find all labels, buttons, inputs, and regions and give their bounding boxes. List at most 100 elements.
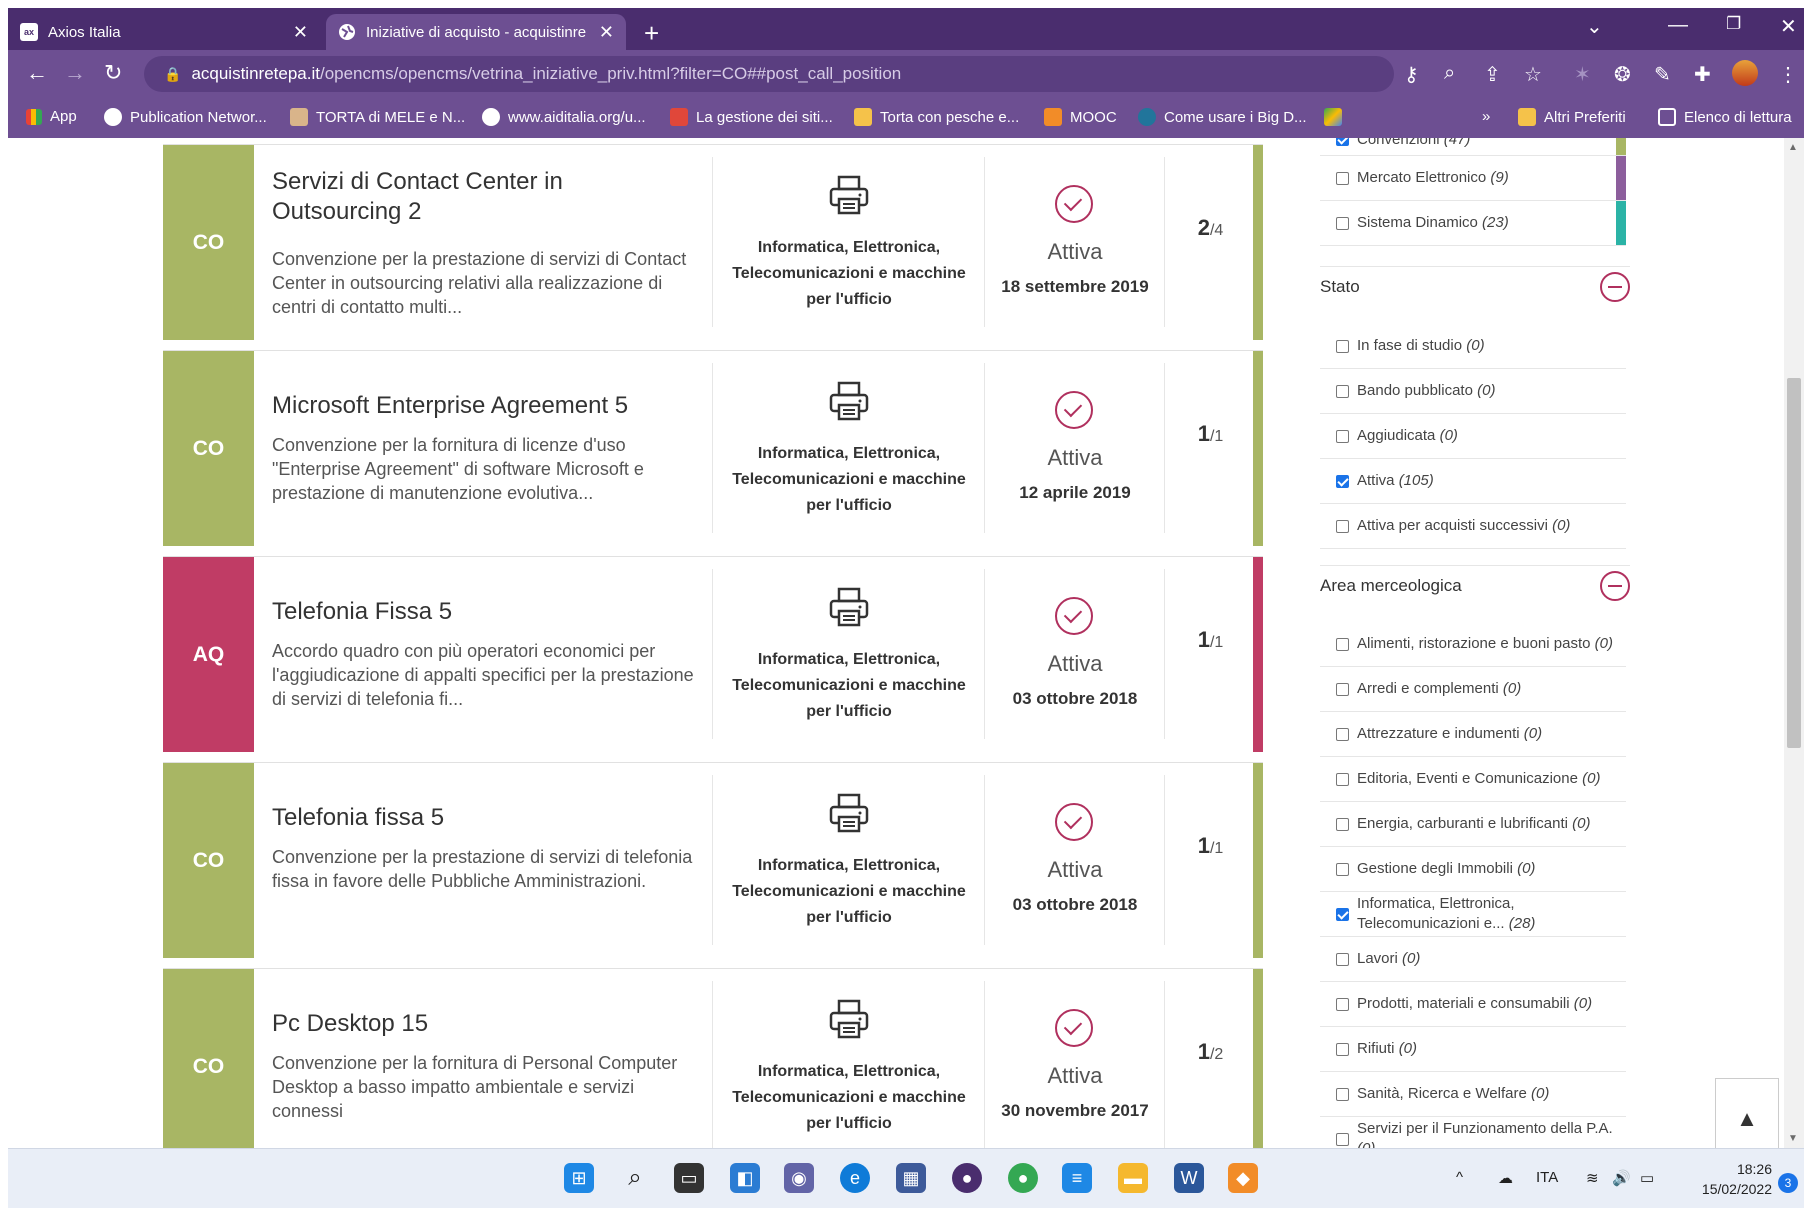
checkbox[interactable] [1336,1042,1349,1056]
app-icon[interactable]: ◆ [1228,1163,1258,1193]
filter-area-item[interactable]: Rifiuti (0) [1320,1027,1626,1072]
share-icon[interactable]: ⇪ [1484,62,1501,87]
checkbox[interactable] [1336,138,1349,146]
checkbox[interactable] [1336,952,1349,966]
checkbox[interactable] [1336,519,1349,533]
file-explorer-icon[interactable]: ▬ [1118,1163,1148,1193]
scroll-down-icon[interactable]: ▼ [1788,1133,1798,1144]
checkbox[interactable] [1336,474,1349,488]
key-icon[interactable]: ⚷ [1404,62,1419,87]
checkbox[interactable] [1336,171,1349,185]
windows-start-icon[interactable]: ⊞ [564,1163,594,1193]
extension-icon[interactable]: ✶ [1574,62,1591,87]
menu-icon[interactable]: ⋮ [1778,62,1798,87]
bookmark-item[interactable]: Torta con pesche e... [854,108,1019,126]
initiative-title[interactable]: Pc Desktop 15 [272,1009,692,1039]
bookmarks-more-button[interactable]: » [1482,108,1490,125]
close-icon[interactable]: ✕ [293,22,308,43]
checkbox[interactable] [1336,817,1349,831]
filter-area-item[interactable]: Gestione degli Immobili (0) [1320,847,1626,892]
close-icon[interactable]: ✕ [599,22,614,43]
filter-tipo-convenzioni[interactable]: Convenzioni (47) [1320,138,1626,156]
filter-stato-item[interactable]: Attiva per acquisti successivi (0) [1320,504,1626,549]
initiative-title[interactable]: Servizi di Contact Center in Outsourcing… [272,167,692,227]
filter-area-item[interactable]: Prodotti, materiali e consumabili (0) [1320,982,1626,1027]
initiative-title[interactable]: Telefonia Fissa 5 [272,597,692,627]
chat-icon[interactable]: ◉ [784,1163,814,1193]
filter-stato-item[interactable]: Aggiudicata (0) [1320,414,1626,459]
filter-area-item[interactable]: Attrezzature e indumenti (0) [1320,712,1626,757]
wifi-icon[interactable]: ≋ [1586,1169,1599,1187]
initiative-card[interactable]: CO Pc Desktop 15 Convenzione per la forn… [163,968,1263,1148]
checkbox[interactable] [1336,772,1349,786]
bookmark-item[interactable]: Come usare i Big D... [1138,108,1307,126]
back-to-top-button[interactable]: ▲ [1715,1078,1779,1148]
initiative-card[interactable]: CO Telefonia fissa 5 Convenzione per la … [163,762,1263,958]
battery-icon[interactable]: ▭ [1640,1169,1654,1187]
checkbox[interactable] [1336,907,1349,921]
zoom-icon[interactable]: ⌕ [1444,62,1455,85]
filter-stato-item[interactable]: In fase di studio (0) [1320,324,1626,369]
chevron-down-icon[interactable]: ⌄ [1586,14,1603,39]
checkbox[interactable] [1336,339,1349,353]
restore-button[interactable]: ❐ [1726,14,1741,34]
close-window-button[interactable]: ✕ [1780,14,1797,39]
search-icon[interactable]: ⌕ [620,1163,650,1193]
filter-area-item[interactable]: Informatica, Elettronica, Telecomunicazi… [1320,892,1626,937]
collapse-minus-icon[interactable] [1600,570,1630,601]
checkbox[interactable] [1336,1132,1349,1146]
checkbox[interactable] [1336,997,1349,1011]
extension-icon[interactable]: ❂ [1614,62,1631,87]
minimize-button[interactable]: — [1668,14,1688,37]
profile-avatar[interactable] [1732,60,1758,86]
scroll-up-icon[interactable]: ▲ [1788,142,1798,153]
notepad-icon[interactable]: ≡ [1062,1163,1092,1193]
filter-section-area[interactable]: Area merceologica [1320,565,1630,605]
chrome-icon[interactable]: ● [952,1163,982,1193]
bookmark-folder-altri[interactable]: Altri Preferiti [1518,108,1626,126]
initiative-title[interactable]: Microsoft Enterprise Agreement 5 [272,391,692,421]
task-view-icon[interactable]: ▭ [674,1163,704,1193]
new-tab-button[interactable]: + [644,18,659,49]
bookmark-star-icon[interactable]: ☆ [1524,62,1542,87]
bookmark-item[interactable] [1324,108,1350,126]
initiative-title[interactable]: Telefonia fissa 5 [272,803,692,833]
puzzle-icon[interactable]: ✚ [1694,62,1711,87]
checkbox[interactable] [1336,682,1349,696]
store-icon[interactable]: ▦ [896,1163,926,1193]
checkbox[interactable] [1336,862,1349,876]
initiative-card[interactable]: CO Microsoft Enterprise Agreement 5 Conv… [163,350,1263,546]
checkbox[interactable] [1336,216,1349,230]
forward-button[interactable]: → [64,60,86,86]
initiative-card[interactable]: CO Servizi di Contact Center in Outsourc… [163,144,1263,340]
checkbox[interactable] [1336,727,1349,741]
filter-tipo-sistema-dinamico[interactable]: Sistema Dinamico (23) [1320,201,1626,246]
bookmark-item[interactable]: La gestione dei siti... [670,108,833,126]
checkbox[interactable] [1336,637,1349,651]
filter-area-item[interactable]: Sanità, Ricerca e Welfare (0) [1320,1072,1626,1117]
reading-list-button[interactable]: Elenco di lettura [1658,108,1792,126]
filter-tipo-mercato-elettronico[interactable]: Mercato Elettronico (9) [1320,156,1626,201]
checkbox[interactable] [1336,384,1349,398]
clock[interactable]: 18:26 15/02/2022 [1672,1159,1772,1199]
bookmark-item[interactable]: TORTA di MELE e N... [290,108,465,126]
url-field[interactable]: 🔒 acquistinretepa.it/opencms/opencms/vet… [144,56,1394,92]
filter-area-item[interactable]: Energia, carburanti e lubrificanti (0) [1320,802,1626,847]
filter-stato-item[interactable]: Bando pubblicato (0) [1320,369,1626,414]
widgets-icon[interactable]: ◧ [730,1163,760,1193]
pen-icon[interactable]: ✎ [1654,62,1671,87]
filter-stato-item[interactable]: Attiva (105) [1320,459,1626,504]
notification-badge[interactable]: 3 [1778,1173,1798,1193]
bookmark-item[interactable]: Publication Networ... [104,108,267,126]
filter-area-item[interactable]: Arredi e complementi (0) [1320,667,1626,712]
tab-axios[interactable]: ax Axios Italia ✕ [8,14,320,50]
checkbox[interactable] [1336,1087,1349,1101]
chevron-up-icon[interactable]: ^ [1456,1169,1463,1186]
filter-area-item[interactable]: Alimenti, ristorazione e buoni pasto (0) [1320,622,1626,667]
scrollbar-thumb[interactable] [1787,378,1801,748]
collapse-minus-icon[interactable] [1600,271,1630,302]
language-indicator[interactable]: ITA [1536,1169,1558,1186]
chrome-profile-icon[interactable]: ● [1008,1163,1038,1193]
cloud-icon[interactable]: ☁ [1498,1169,1513,1187]
filter-area-item[interactable]: Editoria, Eventi e Comunicazione (0) [1320,757,1626,802]
